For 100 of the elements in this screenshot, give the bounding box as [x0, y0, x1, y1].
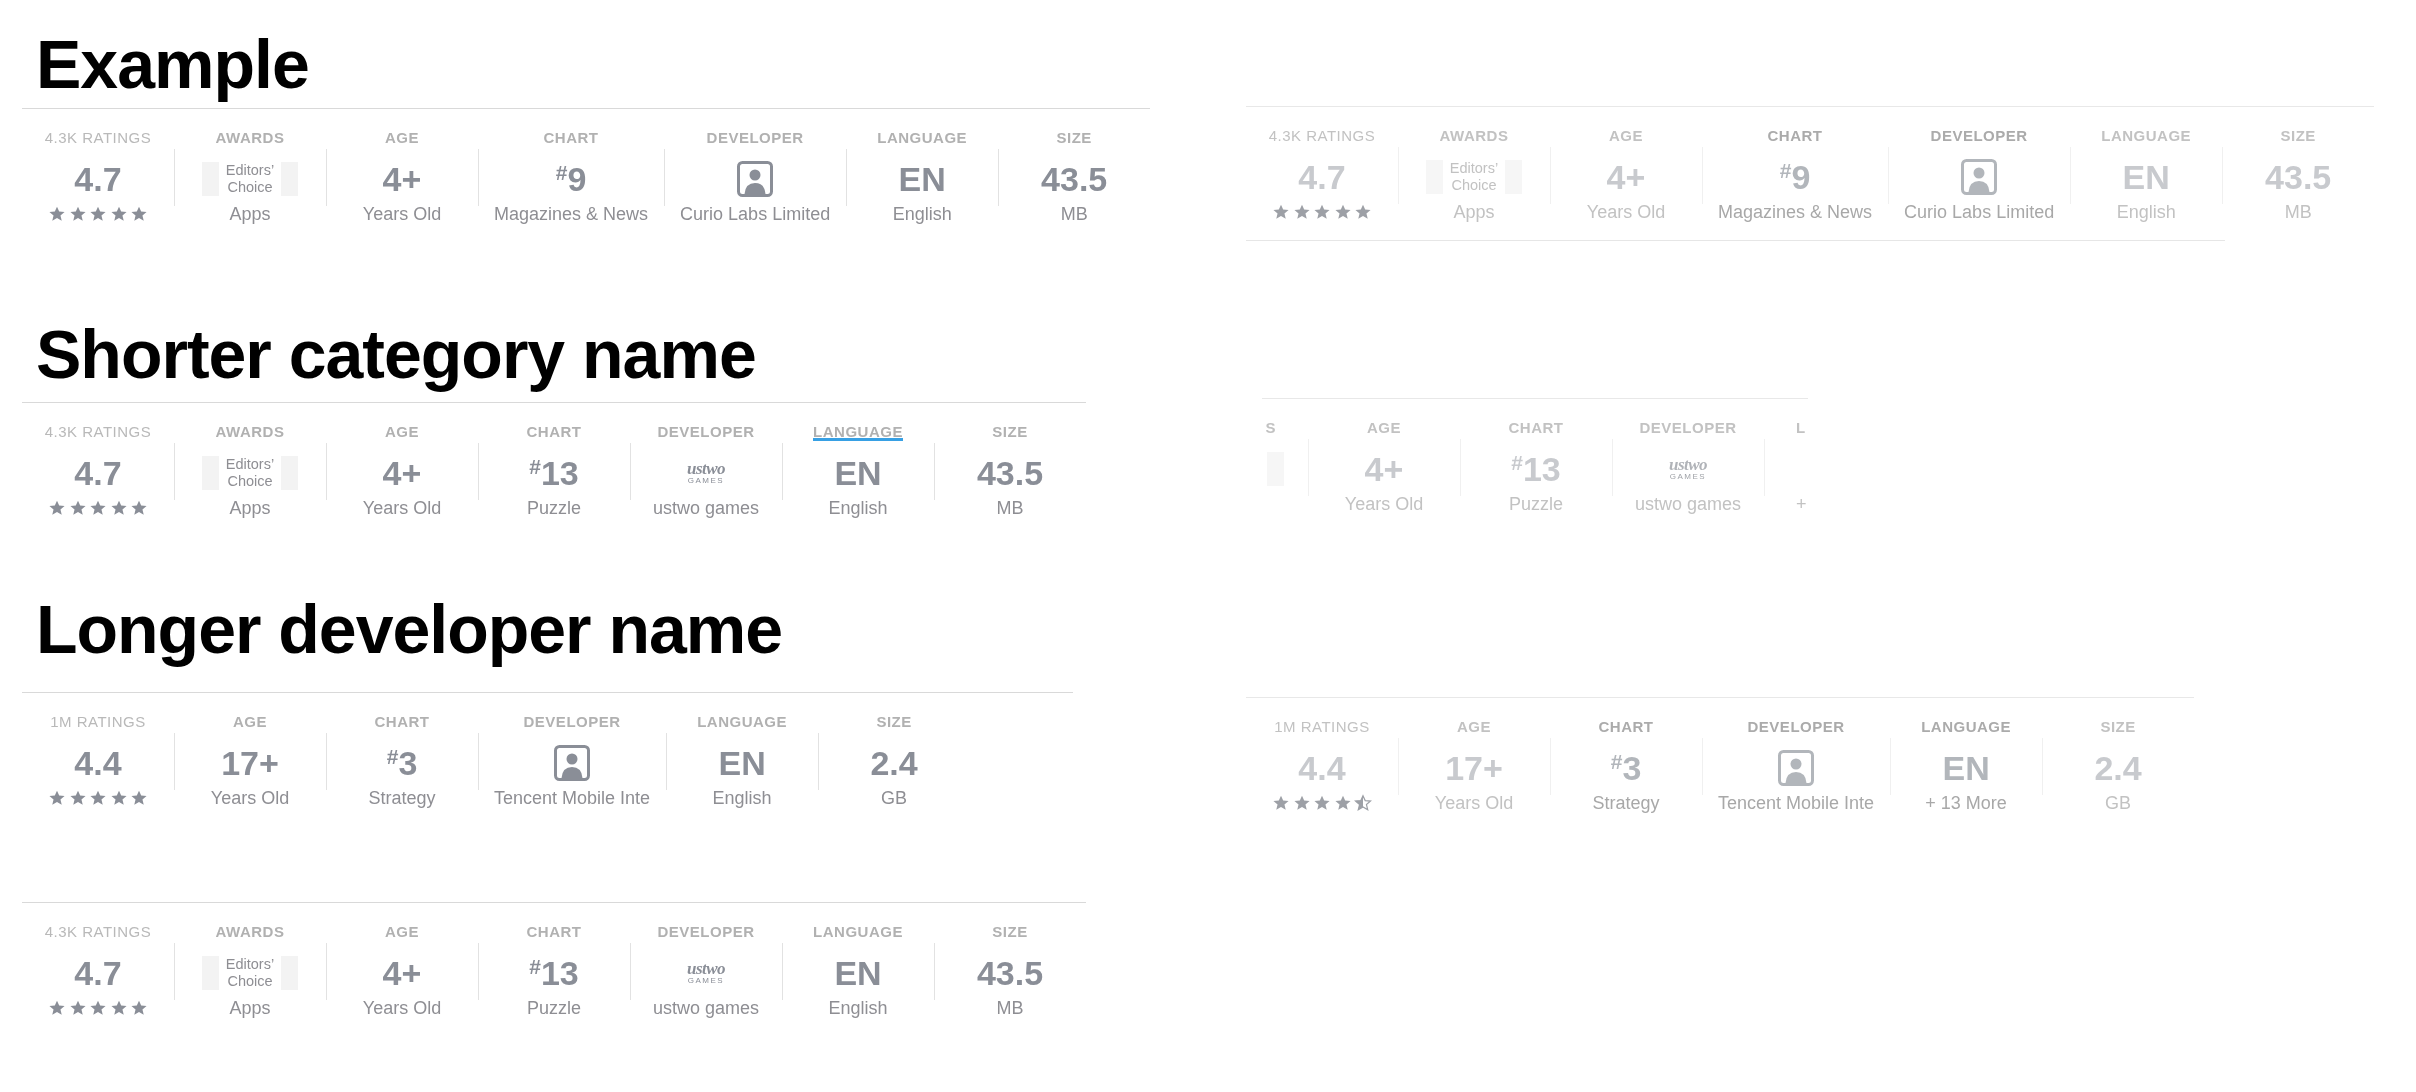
- stat-caption: Apps: [229, 997, 271, 1019]
- stat-caption: Years Old: [1586, 201, 1666, 223]
- stat-caption: +: [1796, 493, 1807, 515]
- stat-value: 4+: [382, 159, 422, 199]
- person-icon: [1778, 750, 1815, 786]
- column-label: SIZE: [992, 923, 1028, 941]
- column-label: LANGUAGE: [1921, 718, 2011, 736]
- stat-value: $^{#}$9: [1779, 157, 1811, 197]
- column-label: LANGUAGE: [813, 923, 903, 941]
- column-label: CHART: [526, 423, 582, 441]
- column-label: AWARDS: [215, 923, 285, 941]
- column-label: 4.3K RATINGS: [44, 129, 152, 147]
- stat-caption: MB: [1060, 203, 1088, 225]
- star-icon: [48, 789, 66, 807]
- star-icon: [89, 789, 107, 807]
- award-text: Editors’ Choice: [1448, 160, 1500, 194]
- star-icon: [48, 499, 66, 517]
- stat-value: EN: [718, 743, 766, 783]
- stat-caption: Curio Labs Limited: [680, 203, 831, 225]
- stat-caption: Strategy: [1592, 792, 1660, 814]
- award-text: Editors’ Choice: [224, 162, 276, 196]
- stat-caption: GB: [2105, 792, 2132, 814]
- star-icon: [1333, 794, 1352, 812]
- star-icon: [130, 789, 148, 807]
- column-label: DEVELOPER: [706, 129, 804, 147]
- award-text: Editors’ Choice: [224, 456, 276, 490]
- column-label: DEVELOPER: [523, 713, 621, 731]
- stat-caption: Years Old: [1344, 493, 1424, 515]
- column-label: DEVELOPER: [657, 923, 755, 941]
- column-label: CHART: [526, 923, 582, 941]
- star-icon: [130, 999, 148, 1017]
- stat-caption: Tencent Mobile Inte: [494, 787, 651, 809]
- stat-value: 4+: [382, 453, 422, 493]
- stat-value: 4+: [382, 953, 422, 993]
- column-label: AGE: [233, 713, 267, 731]
- stat-value: 43.5: [1041, 159, 1108, 199]
- person-icon: [737, 161, 774, 197]
- stat-caption: English: [828, 497, 888, 519]
- stat-caption: Tencent Mobile Inte: [1718, 792, 1875, 814]
- column-label: SIZE: [2100, 718, 2136, 736]
- stat-caption: Years Old: [362, 497, 442, 519]
- logo-tagline: GAMES: [1669, 472, 1707, 481]
- star-icon: [48, 205, 66, 223]
- column-label: DEVELOPER: [1930, 127, 2028, 145]
- column-label: SIZE: [2280, 127, 2316, 145]
- column-label: L: [1796, 419, 1806, 437]
- star-icon: [1292, 203, 1311, 221]
- stat-caption: English: [712, 787, 772, 809]
- stat-value: 43.5: [976, 953, 1044, 993]
- logo-wordmark: ustwo: [686, 961, 726, 976]
- stat-caption: Puzzle: [527, 497, 581, 519]
- column-label: 4.3K RATINGS: [44, 923, 152, 941]
- stat-value: 2.4: [870, 743, 918, 783]
- stat-value: 43.5: [976, 453, 1044, 493]
- stat-caption: Apps: [1453, 201, 1495, 223]
- column-label: LANGUAGE: [877, 129, 968, 147]
- stat-caption: + 13 More: [1925, 792, 2007, 814]
- star-icon: [130, 499, 148, 517]
- stat-value: EN: [834, 453, 882, 493]
- column-label: DEVELOPER: [657, 423, 755, 441]
- star-icon: [68, 499, 87, 517]
- stat-value: 17+: [221, 743, 279, 783]
- stat-caption: Years Old: [362, 203, 442, 225]
- stat-value: 4.7: [74, 453, 122, 493]
- stat-value: 4.4: [74, 743, 122, 783]
- column-label: SIZE: [1056, 129, 1092, 147]
- column-label: AGE: [1457, 718, 1491, 736]
- stat-value: EN: [834, 953, 882, 993]
- column-label: AGE: [385, 423, 419, 441]
- column-label: CHART: [374, 713, 430, 731]
- column-label: LANGUAGE: [697, 713, 787, 731]
- stat-caption: English: [892, 203, 952, 225]
- star-icon: [89, 499, 107, 517]
- column-label: AGE: [1609, 127, 1643, 145]
- column-label: 4.3K RATINGS: [44, 423, 152, 441]
- star-icon: [68, 205, 87, 223]
- column-label: DEVELOPER: [1639, 419, 1737, 437]
- stat-caption: ustwo games: [1634, 493, 1742, 515]
- stat-caption: Apps: [229, 497, 271, 519]
- stat-caption: Years Old: [1434, 792, 1514, 814]
- star-icon: [68, 789, 87, 807]
- stat-caption: Puzzle: [527, 997, 581, 1019]
- stat-caption: English: [828, 997, 888, 1019]
- column-label: LANGUAGE: [813, 423, 903, 441]
- person-icon: [1961, 159, 1998, 195]
- column-label: CHART: [543, 129, 599, 147]
- star-icon: [89, 999, 107, 1017]
- logo-tagline: GAMES: [687, 476, 725, 485]
- stat-caption: Magazines & News: [494, 203, 649, 225]
- stat-caption: MB: [996, 997, 1024, 1019]
- stat-caption: Apps: [229, 203, 271, 225]
- stat-value: $^{#}$13: [529, 453, 579, 493]
- column-label: AWARDS: [215, 129, 285, 147]
- column-label: AGE: [1367, 419, 1401, 437]
- column-label: 1M RATINGS: [1274, 718, 1370, 736]
- logo-wordmark: ustwo: [686, 461, 726, 476]
- column-label: 1M RATINGS: [50, 713, 146, 731]
- person-icon: [554, 745, 591, 781]
- stat-caption: Curio Labs Limited: [1904, 201, 2055, 223]
- logo-tagline: GAMES: [687, 976, 725, 985]
